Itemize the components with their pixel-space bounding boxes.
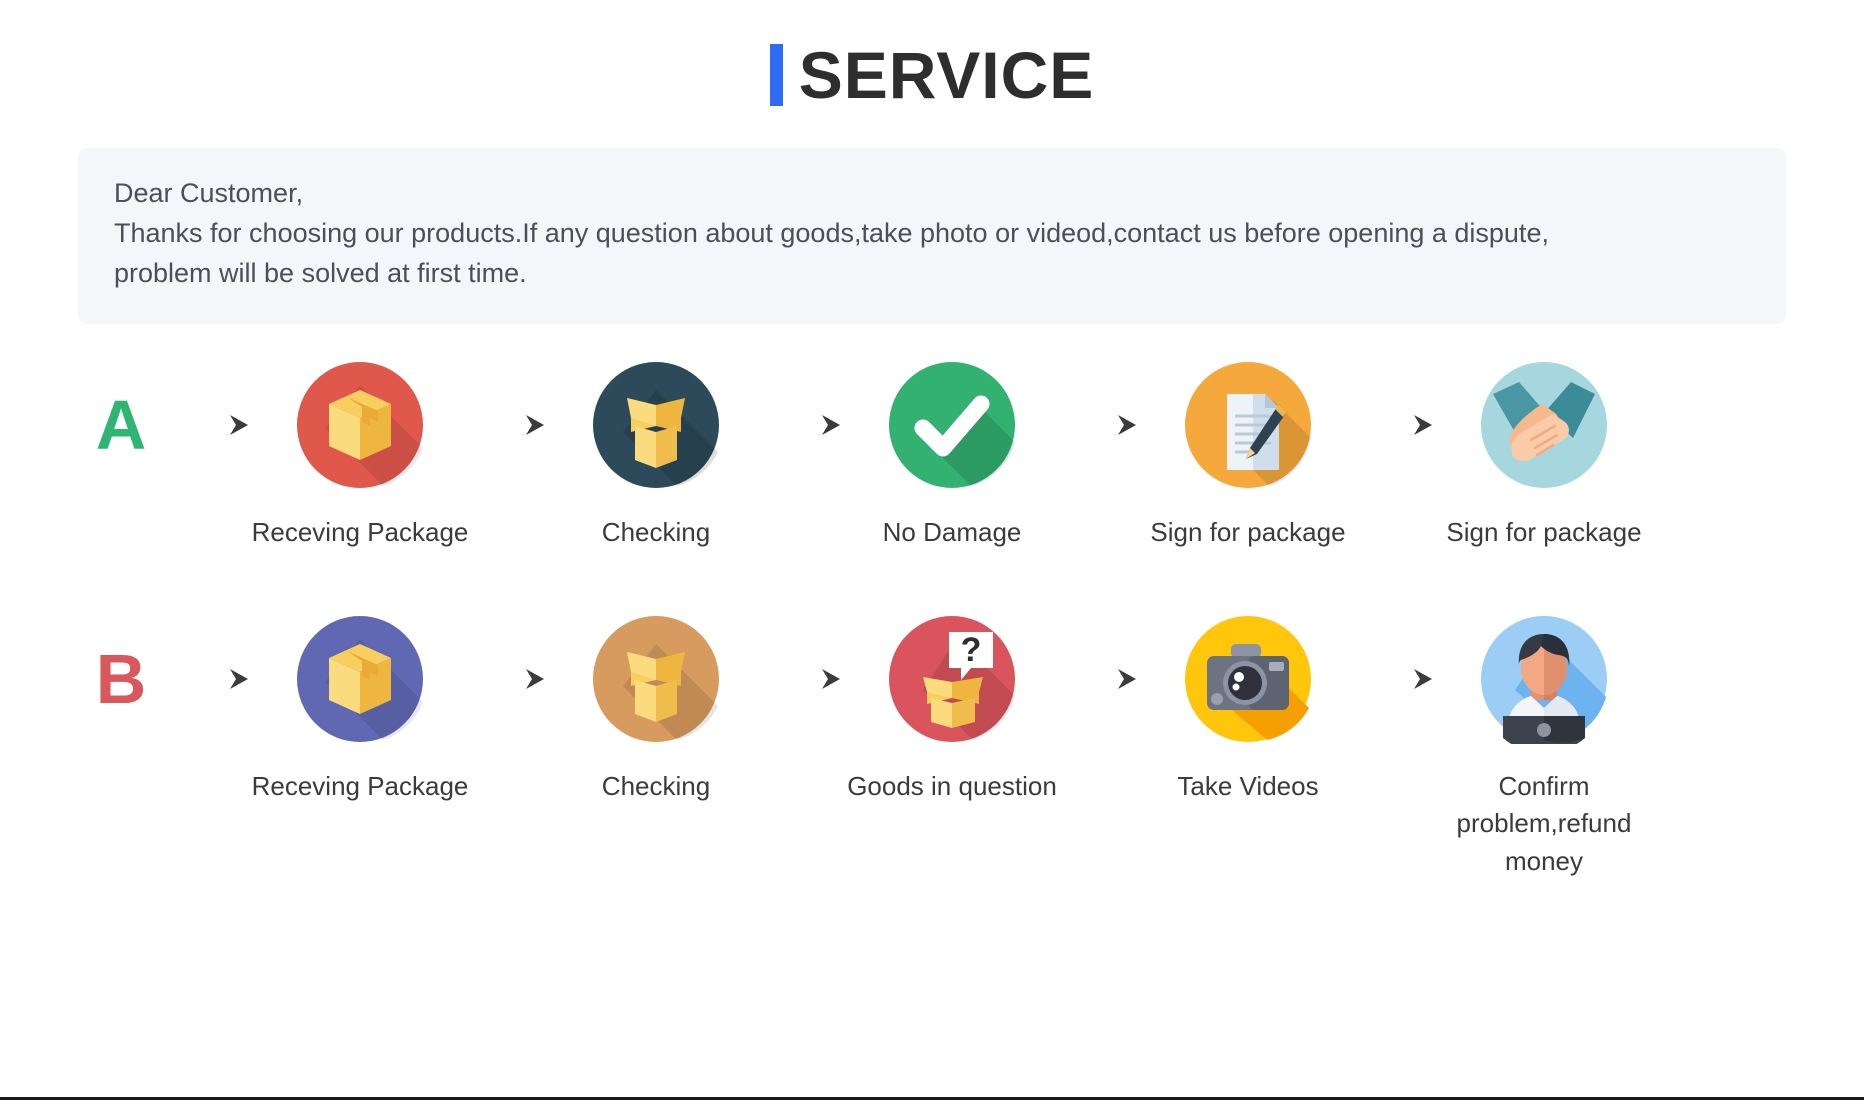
page-title-text: SERVICE [798,38,1095,112]
package-box-icon [295,360,425,490]
flow-step: Sign for package [1444,360,1644,552]
arrow-right-icon [1052,360,1148,490]
service-page: SERVICE Dear Customer, Thanks for choosi… [0,0,1864,1100]
flow-step: Confirm problem,refund money [1444,614,1644,881]
svg-text:?: ? [961,631,982,669]
arrow-right-icon [164,360,260,490]
flow-letter-b: B [78,614,164,744]
flow-step: Receving Package [252,360,468,552]
customer-notice-box: Dear Customer, Thanks for choosing our p… [78,148,1786,324]
flow-step: Receving Package [252,614,468,806]
open-box-icon [591,614,721,744]
flow-step-label: Goods in question [847,770,1057,801]
flow-step: Sign for package [1148,360,1348,552]
flow-step: Take Videos [1148,614,1348,806]
flow-step-label: Confirm problem,refund money [1456,770,1632,876]
flow-letter-a: A [78,360,164,490]
package-box-icon [295,614,425,744]
arrow-right-icon [460,360,556,490]
sign-document-icon [1183,360,1313,490]
flow-row-b: B Receving Package Checking ? Goods in q… [0,614,1864,881]
flow-step-label: No Damage [882,516,1022,547]
notice-line-1: Dear Customer, [114,178,304,208]
flow-step: Checking [556,614,756,806]
camera-icon [1183,614,1313,744]
flow-step-label: Take Videos [1177,770,1319,801]
arrow-right-icon [1348,614,1444,744]
flow-step-label: Checking [601,516,711,547]
notice-line-2: Thanks for choosing our products.If any … [114,217,1549,248]
flow-step-label: Receving Package [251,516,469,547]
open-box-icon [591,360,721,490]
flow-row-a: A Receving Package Checking No Damage Si… [0,360,1864,552]
arrow-right-icon [756,614,852,744]
flow-letter-b-text: B [95,639,147,718]
page-title: SERVICE [0,0,1864,108]
arrow-right-icon [1052,614,1148,744]
flow-step-label: Sign for package [1446,516,1642,547]
question-box-icon: ? [887,614,1017,744]
flow-step: ? Goods in question [847,614,1057,806]
flow-step-label: Receving Package [251,770,469,801]
check-circle-icon [887,360,1017,490]
flow-letter-a-text: A [95,385,147,464]
arrow-right-icon [756,360,852,490]
arrow-right-icon [164,614,260,744]
arrow-right-icon [1348,360,1444,490]
arrow-right-icon [460,614,556,744]
flow-step: No Damage [852,360,1052,552]
title-accent-bar [769,44,783,106]
flow-step: Checking [556,360,756,552]
notice-line-3: problem will be solved at first time. [114,257,527,288]
handshake-icon [1479,360,1609,490]
support-person-icon [1479,614,1609,744]
flow-step-label: Sign for package [1150,516,1346,547]
flow-step-label: Checking [601,770,711,801]
